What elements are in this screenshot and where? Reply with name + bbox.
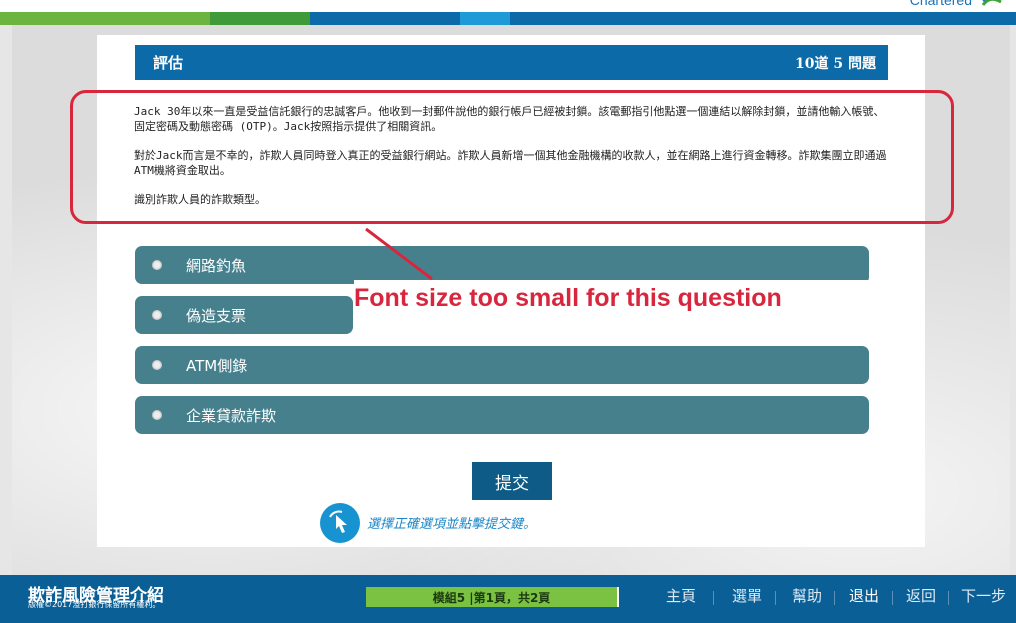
nav-divider — [775, 591, 776, 605]
section-title: 評估 — [153, 54, 184, 72]
option-label: 網路釣魚 — [186, 256, 247, 275]
nav-help[interactable]: 幫助 — [792, 585, 822, 606]
option-label: 企業貸款詐欺 — [186, 406, 277, 425]
nav-back[interactable]: 返回 — [906, 585, 936, 606]
radio-button-icon[interactable] — [152, 310, 162, 320]
instruction-text: 選擇正確選項並點擊提交鍵。 — [367, 517, 537, 532]
nav-divider — [948, 591, 949, 605]
nav-divider — [713, 591, 714, 605]
option-atm-skimming[interactable]: ATM側錄 — [135, 346, 869, 384]
copyright-text: 版權©2017渣打銀行保留所有權利。 — [28, 600, 161, 609]
top-bar: Chartered — [0, 0, 1016, 12]
option-counterfeit-check[interactable]: 偽造支票 — [135, 296, 353, 334]
question-counter: 10道 5 問題 — [795, 55, 876, 72]
submit-button[interactable]: 提交 — [472, 462, 552, 500]
radio-button-icon[interactable] — [152, 360, 162, 370]
nav-next[interactable]: 下一步 — [961, 585, 1006, 606]
option-label: 偽造支票 — [186, 306, 247, 325]
page-progress: 模組5 |第1頁，共2頁 — [366, 587, 619, 607]
question-header: 評估 10道 5 問題 — [135, 45, 888, 80]
nav-home[interactable]: 主頁 — [666, 585, 696, 606]
option-label: ATM側錄 — [186, 356, 248, 375]
click-hand-icon — [320, 503, 360, 543]
radio-button-icon[interactable] — [152, 260, 162, 270]
bank-logo-icon — [982, 0, 1002, 6]
color-strip — [0, 12, 1016, 25]
nav-divider — [892, 591, 893, 605]
annotation-label: Font size too small for this question — [354, 280, 894, 336]
nav-exit[interactable]: 退出 — [849, 585, 879, 606]
nav-menu[interactable]: 選單 — [732, 585, 762, 606]
option-phishing[interactable]: 網路釣魚 — [135, 246, 869, 284]
option-business-loan-fraud[interactable]: 企業貸款詐欺 — [135, 396, 869, 434]
radio-button-icon[interactable] — [152, 410, 162, 420]
highlight-box — [70, 90, 954, 224]
footer-bar: 欺詐風險管理介紹 版權©2017渣打銀行保留所有權利。 模組5 |第1頁，共2頁… — [0, 575, 1016, 623]
bank-logo-text: Chartered — [909, 0, 972, 8]
nav-divider — [834, 591, 835, 605]
